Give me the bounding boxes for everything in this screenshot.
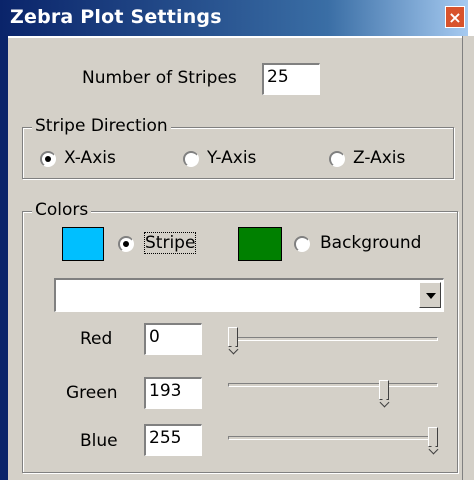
stripe-color-radio[interactable]: [118, 236, 134, 252]
stripe-color-swatch[interactable]: [62, 227, 104, 261]
green-slider-track[interactable]: [228, 383, 438, 387]
color-preset-dropdown[interactable]: [54, 278, 444, 312]
number-of-stripes-label: Number of Stripes: [82, 68, 237, 88]
y-axis-label[interactable]: Y-Axis: [207, 148, 256, 168]
y-axis-radio[interactable]: [183, 151, 199, 167]
z-axis-label[interactable]: Z-Axis: [353, 148, 405, 168]
background-color-label[interactable]: Background: [320, 233, 421, 253]
title-bar[interactable]: Zebra Plot Settings ×: [0, 0, 468, 36]
chevron-down-icon[interactable]: [419, 282, 441, 308]
window-left-edge: [0, 36, 8, 480]
blue-label: Blue: [80, 431, 118, 451]
blue-slider-thumb[interactable]: [428, 427, 438, 447]
red-slider-track[interactable]: [228, 337, 438, 341]
green-value-input[interactable]: 193: [144, 377, 202, 409]
window-title: Zebra Plot Settings: [10, 6, 222, 28]
blue-value-input[interactable]: 255: [144, 424, 202, 456]
background-color-radio[interactable]: [294, 236, 310, 252]
x-axis-label[interactable]: X-Axis: [64, 148, 116, 168]
close-button[interactable]: ×: [445, 6, 465, 28]
x-axis-radio[interactable]: [40, 151, 56, 167]
green-label: Green: [66, 383, 118, 403]
background-color-swatch[interactable]: [238, 227, 282, 261]
red-label: Red: [80, 329, 113, 349]
stripe-color-label[interactable]: Stripe: [143, 232, 197, 254]
z-axis-radio[interactable]: [329, 151, 345, 167]
radio-selected-dot: [123, 241, 129, 247]
red-value-input[interactable]: 0: [144, 323, 202, 355]
colors-legend: Colors: [32, 200, 92, 220]
stripe-direction-legend: Stripe Direction: [32, 116, 171, 136]
number-of-stripes-input[interactable]: 25: [262, 63, 320, 95]
green-slider-thumb[interactable]: [379, 380, 389, 400]
radio-selected-dot: [45, 156, 51, 162]
red-slider-thumb[interactable]: [228, 327, 238, 347]
window-right-edge: [462, 36, 474, 480]
blue-slider-track[interactable]: [228, 436, 438, 440]
